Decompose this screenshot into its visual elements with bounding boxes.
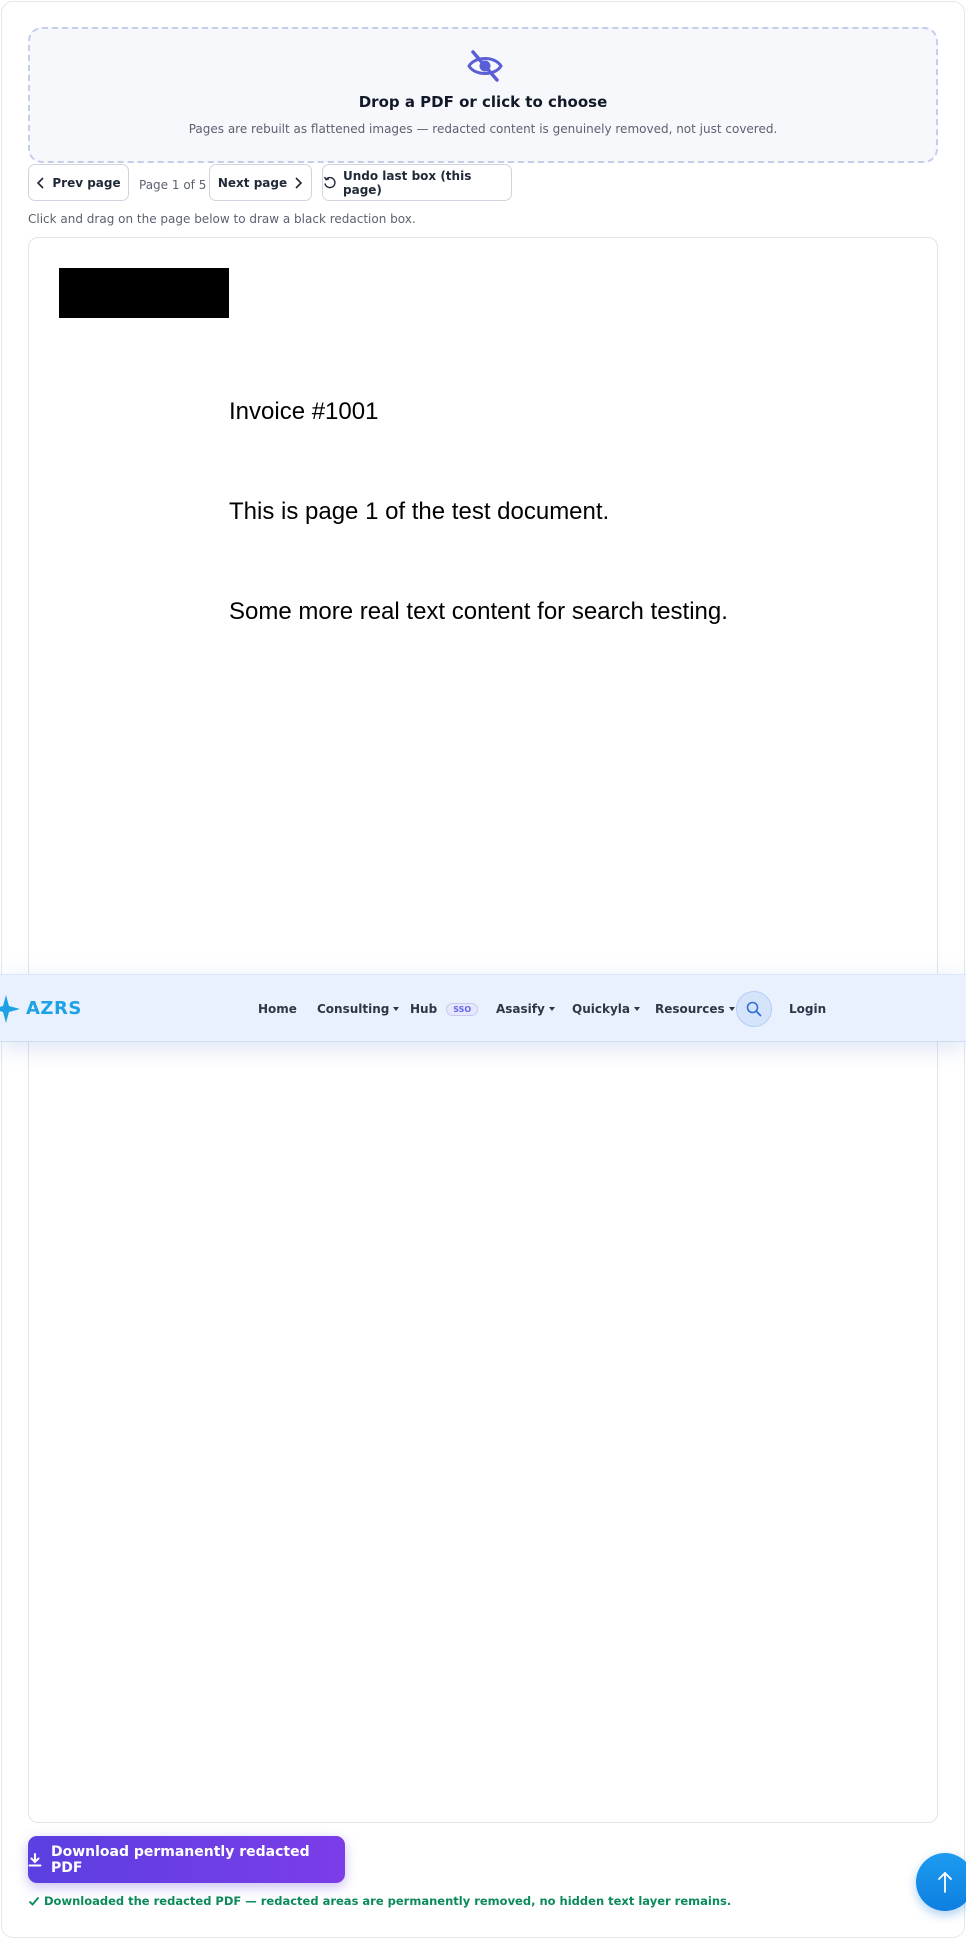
undo-box-button[interactable]: Undo last box (this page) (322, 164, 512, 201)
nav-item-home[interactable]: Home (258, 1002, 297, 1016)
success-text: Downloaded the redacted PDF — redacted a… (44, 1894, 732, 1908)
caret-down-icon (728, 1007, 735, 1011)
undo-box-label: Undo last box (this page) (343, 168, 472, 197)
login-label: Login (789, 1002, 827, 1016)
document-text-line: This is page 1 of the test document. (229, 498, 610, 525)
nav-item-label: Consulting (317, 1002, 390, 1016)
redaction-hint: Click and drag on the page below to draw… (28, 212, 416, 226)
arrow-up-icon (938, 1871, 952, 1893)
nav-item-asasify[interactable]: Asasify (496, 1002, 555, 1016)
chevron-left-icon (37, 176, 44, 189)
page-indicator: Page 1 of 5 (139, 178, 207, 192)
nav-item-hub[interactable]: Hub SSO (410, 1002, 479, 1016)
caret-down-icon (633, 1007, 640, 1011)
pdf-dropzone[interactable]: Drop a PDF or click to choose Pages are … (28, 27, 938, 163)
nav-item-consulting[interactable]: Consulting (317, 1002, 400, 1016)
login-link[interactable]: Login (789, 1002, 826, 1016)
undo-icon (323, 176, 336, 189)
prev-page-button[interactable]: Prev page (28, 164, 129, 201)
logo-text[interactable]: AZRS (26, 998, 82, 1019)
document-text-line: Some more real text content for search t… (229, 598, 728, 625)
prev-page-label: Prev page (52, 175, 121, 190)
document-text-line: Invoice #1001 (229, 398, 379, 425)
eye-off-icon (467, 50, 503, 82)
nav-item-label: Hub (410, 1002, 438, 1016)
caret-down-icon (548, 1007, 555, 1011)
nav-item-label: Home (258, 1002, 297, 1016)
search-button[interactable] (736, 991, 772, 1027)
scroll-to-top-button[interactable] (916, 1853, 966, 1911)
chevron-right-icon (295, 176, 303, 189)
dropzone-subtitle: Pages are rebuilt as flattened images — … (188, 122, 778, 136)
next-page-button[interactable]: Next page (209, 164, 312, 201)
next-page-label: Next page (217, 175, 288, 190)
nav-item-label: Resources (655, 1002, 725, 1016)
dropzone-title: Drop a PDF or click to choose (358, 93, 608, 111)
redaction-box[interactable] (59, 268, 229, 318)
caret-down-icon (393, 1007, 400, 1011)
nav-item-label: Asasify (496, 1002, 545, 1016)
search-icon (746, 1001, 762, 1017)
success-message: Downloaded the redacted PDF — redacted a… (28, 1894, 731, 1908)
download-icon (28, 1852, 42, 1866)
logo-icon (0, 995, 20, 1023)
site-navbar: AZRS Home Consulting Hub SSO Asasify Qui… (0, 974, 966, 1042)
sso-badge: SSO (446, 1002, 479, 1016)
nav-item-label: Quickyla (572, 1002, 630, 1016)
nav-item-resources[interactable]: Resources (655, 1002, 735, 1016)
nav-item-quickyla[interactable]: Quickyla (572, 1002, 640, 1016)
check-icon (28, 1896, 40, 1906)
download-redacted-pdf-button[interactable]: Download permanently redacted PDF (28, 1836, 345, 1883)
download-label: Download permanently redacted PDF (50, 1843, 310, 1876)
